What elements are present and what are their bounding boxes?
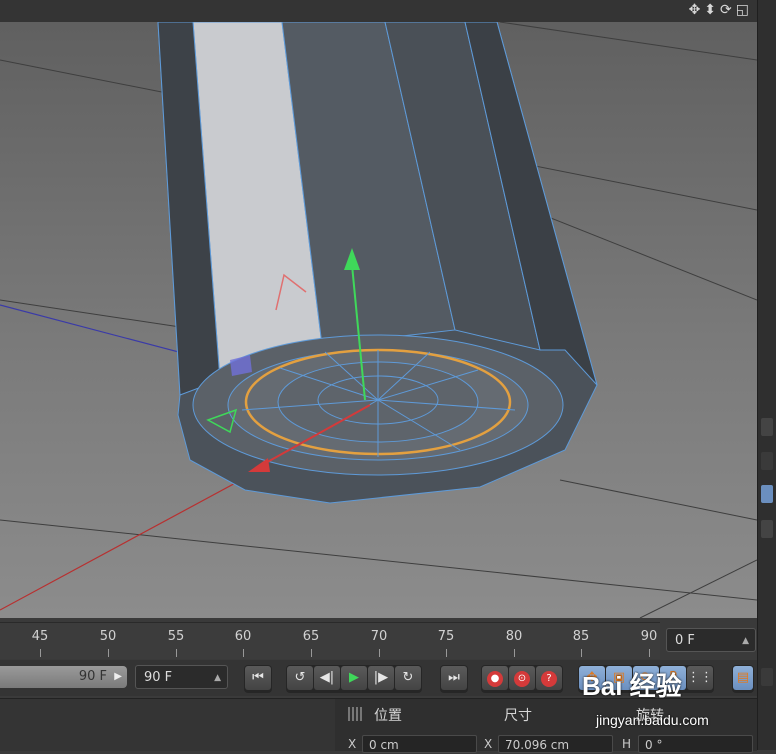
watermark-url: jingyan.baidu.com [596,712,709,728]
size-x-label: X [484,737,493,751]
materials-panel [0,699,335,751]
next-frame-button[interactable]: |▶ [368,666,394,690]
next-key-button[interactable]: ↻ [395,666,421,690]
tick-mark [176,649,177,657]
timeline-ruler[interactable]: 45 50 55 60 65 70 75 80 85 90 [0,622,660,659]
right-side-panel [757,0,776,750]
go-to-start-button[interactable]: ⏮ [245,666,271,690]
playback-group: ↺ ◀| ▶ |▶ ↻ [286,665,422,693]
3d-viewport[interactable]: ✥ ⬍ ⟳ ◱ [0,0,757,618]
current-frame-field[interactable]: 0 F ▲▼ [666,628,756,670]
record-icon: ● [487,671,503,687]
pos-x-label: X [348,737,357,751]
previous-frame-button[interactable]: ◀| [314,666,340,690]
help-icon: ? [541,671,557,687]
frame-range-slider[interactable]: 90 F ▶ [0,666,127,688]
cylinder-mesh[interactable] [157,21,598,504]
tick-label: 60 [234,629,252,644]
record-button[interactable]: ● [482,666,508,690]
previous-key-button[interactable]: ↺ [287,666,313,690]
slider-arrow-icon[interactable]: ▶ [114,666,122,688]
tick-label: 90 [640,629,658,644]
go-to-end-button[interactable]: ⏭ [441,666,467,690]
go-start-group: ⏮ [244,665,272,693]
tick-label: 55 [167,629,185,644]
side-tab-1[interactable] [761,418,773,436]
autokey-icon: ⊙ [514,671,530,687]
current-frame-value: 0 F [675,633,695,648]
rotate-view-icon[interactable]: ⟳ [720,2,732,18]
tick-label: 80 [505,629,523,644]
pos-x-field[interactable]: 0 cm [362,735,477,753]
end-frame-field[interactable]: 90 F ▲▼ [135,665,228,707]
size-label: 尺寸 [504,708,532,724]
play-button[interactable]: ▶ [341,666,367,690]
tick-mark [514,649,515,657]
viewport-header: ✥ ⬍ ⟳ ◱ [0,0,757,22]
tick-mark [243,649,244,657]
tick-mark [108,649,109,657]
go-end-group: ⏭ [440,665,468,693]
slider-value: 90 F [78,669,107,684]
tick-label: 50 [99,629,117,644]
pan-view-icon[interactable]: ⬍ [704,2,716,18]
tick-mark [40,649,41,657]
keyframe-selection-button[interactable]: ? [536,666,562,690]
record-group: ● ⊙ ? [481,665,563,693]
tick-label: 75 [437,629,455,644]
tick-label: 65 [302,629,320,644]
side-tab-2[interactable] [761,452,773,470]
tick-mark [446,649,447,657]
viewport-scene [0,21,757,618]
tick-mark [649,649,650,657]
side-tab-3[interactable] [761,485,773,503]
tick-mark [379,649,380,657]
baidu-watermark: Bai 经验 jingyan.baidu.com [582,666,772,742]
tick-label: 85 [572,629,590,644]
panel-grip-icon[interactable] [348,707,362,721]
maximize-view-icon[interactable]: ◱ [736,2,749,18]
end-frame-value: 90 F [144,670,173,685]
watermark-logo: Bai 经验 [582,671,682,701]
tick-mark [581,649,582,657]
move-view-icon[interactable]: ✥ [689,2,701,18]
autokey-button[interactable]: ⊙ [509,666,535,690]
side-tab-4[interactable] [761,520,773,538]
tick-label: 70 [370,629,388,644]
tick-mark [311,649,312,657]
tick-label: 45 [31,629,49,644]
position-label: 位置 [374,708,402,724]
